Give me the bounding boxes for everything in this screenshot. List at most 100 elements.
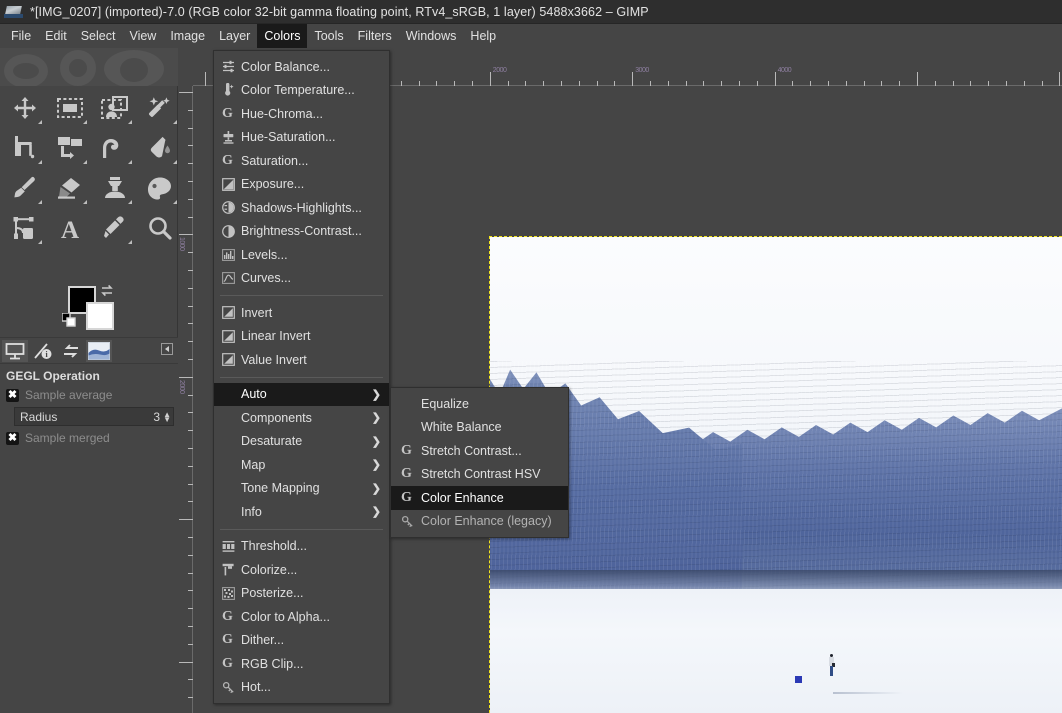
submenu-item-color-enhance[interactable]: G Color Enhance <box>391 486 568 510</box>
transform-tool[interactable] <box>47 128 92 168</box>
invert-icon <box>222 306 241 320</box>
menu-item-label: Saturation... <box>241 153 309 168</box>
ruler-label: 4000 <box>777 67 792 74</box>
menu-item-color-balance[interactable]: Color Balance... <box>214 55 389 79</box>
sample-average-checkbox[interactable]: ✖ Sample average <box>0 387 178 403</box>
menubar-item-view[interactable]: View <box>122 24 163 48</box>
levels-icon <box>222 248 241 261</box>
menu-item-curves[interactable]: Curves... <box>214 267 389 291</box>
clone-stamp-tool[interactable] <box>92 168 137 208</box>
menu-item-invert[interactable]: Invert <box>214 301 389 325</box>
swap-colors-icon[interactable] <box>100 284 114 297</box>
submenu-item-color-enhance-legacy[interactable]: Color Enhance (legacy) <box>391 510 568 534</box>
menu-item-label: Hue-Saturation... <box>241 130 336 145</box>
menubar-item-image[interactable]: Image <box>163 24 212 48</box>
menu-item-label: Color to Alpha... <box>241 609 330 624</box>
menu-item-rgb-clip[interactable]: G RGB Clip... <box>214 652 389 676</box>
menu-item-dither[interactable]: G Dither... <box>214 629 389 653</box>
menu-item-components[interactable]: Components ❯ <box>214 406 389 430</box>
shadows-highlights-icon <box>222 201 241 215</box>
chevron-right-icon: ❯ <box>371 506 381 519</box>
menu-item-auto[interactable]: Auto ❯ <box>214 382 389 406</box>
menubar-item-tools[interactable]: Tools <box>307 24 350 48</box>
menu-item-hot[interactable]: Hot... <box>214 676 389 700</box>
ruler-tick <box>1059 72 1061 86</box>
menu-item-label: Value Invert <box>241 352 307 367</box>
gegl-g-icon: G <box>222 632 233 648</box>
submenu-item-stretch-contrast-hsv[interactable]: G Stretch Contrast HSV <box>391 463 568 487</box>
menu-item-levels[interactable]: Levels... <box>214 243 389 267</box>
exposure-icon <box>222 177 241 191</box>
tool-options-title: GEGL Operation <box>6 369 100 383</box>
menu-item-map[interactable]: Map ❯ <box>214 453 389 477</box>
paths-tool[interactable] <box>2 208 47 248</box>
chevron-right-icon: ❯ <box>371 435 381 448</box>
radius-spinner[interactable]: Radius 3 ▲ ▼ <box>14 407 174 426</box>
menu-item-threshold[interactable]: Threshold... <box>214 535 389 559</box>
gegl-g-icon: G <box>401 442 412 458</box>
tool-options-icon[interactable] <box>2 339 28 362</box>
menubar-item-filters[interactable]: Filters <box>351 24 399 48</box>
bucket-fill-tool[interactable] <box>137 128 182 168</box>
menu-item-linear-invert[interactable]: Linear Invert <box>214 325 389 349</box>
menu-item-brightness-contrast[interactable]: Brightness-Contrast... <box>214 220 389 244</box>
menu-item-color-temperature[interactable]: Color Temperature... <box>214 79 389 103</box>
menu-item-hue-chroma[interactable]: G Hue-Chroma... <box>214 102 389 126</box>
rectangle-select-tool[interactable] <box>47 88 92 128</box>
menu-item-label: Levels... <box>241 247 288 262</box>
fuzzy-select-tool[interactable] <box>137 88 182 128</box>
eraser-tool[interactable] <box>47 168 92 208</box>
tab-menu-button[interactable] <box>161 343 173 355</box>
plugin-icon <box>222 681 241 694</box>
free-select-tool[interactable] <box>92 88 137 128</box>
menu-item-value-invert[interactable]: Value Invert <box>214 348 389 372</box>
menu-item-hue-saturation[interactable]: Hue-Saturation... <box>214 126 389 150</box>
menubar-item-windows[interactable]: Windows <box>399 24 464 48</box>
menubar-item-colors[interactable]: Colors <box>257 24 308 48</box>
menubar-item-edit[interactable]: Edit <box>38 24 74 48</box>
colors-dropdown-menu: Color Balance... Color Temperature... G … <box>213 50 390 704</box>
menu-item-info[interactable]: Info ❯ <box>214 500 389 524</box>
thermometer-icon <box>222 83 241 97</box>
undo-history-icon[interactable] <box>58 340 84 362</box>
menubar-item-select[interactable]: Select <box>74 24 123 48</box>
posterize-icon <box>222 586 241 600</box>
hue-saturation-icon <box>222 130 241 144</box>
image-thumbnail-icon[interactable] <box>86 339 112 362</box>
menu-item-color-to-alpha[interactable]: G Color to Alpha... <box>214 605 389 629</box>
smudge-tool[interactable] <box>137 168 182 208</box>
checkbox-mark: ✖ <box>6 388 19 402</box>
color-picker-tool[interactable] <box>92 208 137 248</box>
submenu-item-white-balance[interactable]: White Balance <box>391 416 568 440</box>
warp-transform-tool[interactable] <box>92 128 137 168</box>
background-color-swatch[interactable] <box>86 302 114 330</box>
canvas-image[interactable] <box>489 236 1062 713</box>
ruler-tick <box>489 72 491 86</box>
menu-item-colorize[interactable]: Colorize... <box>214 558 389 582</box>
menu-item-tone-mapping[interactable]: Tone Mapping ❯ <box>214 477 389 501</box>
menu-item-saturation[interactable]: G Saturation... <box>214 149 389 173</box>
menubar-item-file[interactable]: File <box>4 24 38 48</box>
device-status-icon[interactable]: i <box>30 340 56 362</box>
submenu-item-equalize[interactable]: Equalize <box>391 392 568 416</box>
menubar-item-help[interactable]: Help <box>463 24 503 48</box>
menubar-item-layer[interactable]: Layer <box>212 24 257 48</box>
zoom-tool[interactable] <box>137 208 182 248</box>
crop-tool[interactable] <box>2 128 47 168</box>
spinner-arrows[interactable]: ▲ ▼ <box>163 410 171 423</box>
sample-merged-checkbox[interactable]: ✖ Sample merged <box>0 430 178 446</box>
text-tool[interactable]: A <box>47 208 92 248</box>
menu-item-label: Hue-Chroma... <box>241 106 323 121</box>
submenu-item-stretch-contrast[interactable]: G Stretch Contrast... <box>391 439 568 463</box>
menu-item-shadows-highlights[interactable]: Shadows-Highlights... <box>214 196 389 220</box>
menu-bar: File Edit Select View Image Layer Colors… <box>0 24 1062 48</box>
reset-colors-icon[interactable] <box>61 312 76 327</box>
menu-item-label: Auto <box>241 387 267 402</box>
menu-item-desaturate[interactable]: Desaturate ❯ <box>214 430 389 454</box>
ruler-corner[interactable] <box>178 48 193 86</box>
menu-item-posterize[interactable]: Posterize... <box>214 582 389 606</box>
paintbrush-tool[interactable] <box>2 168 47 208</box>
ruler-tick <box>179 519 193 521</box>
move-tool[interactable] <box>2 88 47 128</box>
menu-item-exposure[interactable]: Exposure... <box>214 173 389 197</box>
